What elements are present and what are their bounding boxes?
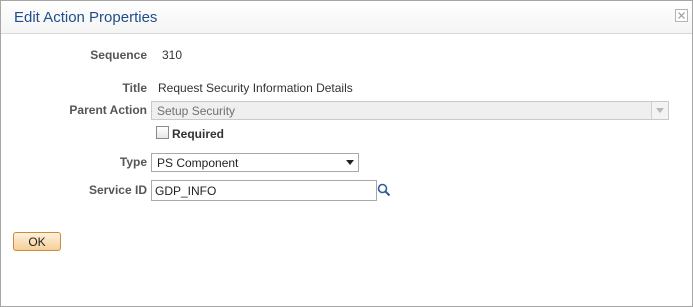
search-icon[interactable]	[377, 183, 391, 197]
type-value: PS Component	[157, 156, 239, 170]
service-id-input[interactable]	[151, 180, 377, 201]
type-label: Type	[119, 155, 147, 169]
close-icon	[678, 12, 685, 19]
sequence-label: Sequence	[90, 48, 147, 62]
ok-button[interactable]: OK	[13, 232, 61, 251]
dialog-titlebar: Edit Action Properties	[1, 1, 692, 34]
edit-action-properties-dialog: Edit Action Properties Sequence 310 Titl…	[0, 0, 693, 307]
parent-action-dropdown-arrow	[651, 102, 668, 119]
parent-action-label: Parent Action	[69, 103, 147, 117]
chevron-down-icon	[656, 108, 664, 113]
title-value: Request Security Information Details	[158, 81, 353, 95]
dialog-title: Edit Action Properties	[14, 9, 158, 26]
close-button[interactable]	[675, 9, 688, 22]
sequence-value: 310	[162, 48, 183, 62]
required-checkbox[interactable]	[156, 126, 169, 139]
chevron-down-icon	[346, 160, 354, 165]
service-id-label: Service ID	[88, 183, 147, 197]
title-label: Title	[122, 81, 147, 95]
required-label: Required	[172, 127, 225, 141]
parent-action-value: Setup Security	[157, 104, 236, 118]
parent-action-select: Setup Security	[151, 101, 669, 120]
type-select[interactable]: PS Component	[151, 153, 359, 172]
